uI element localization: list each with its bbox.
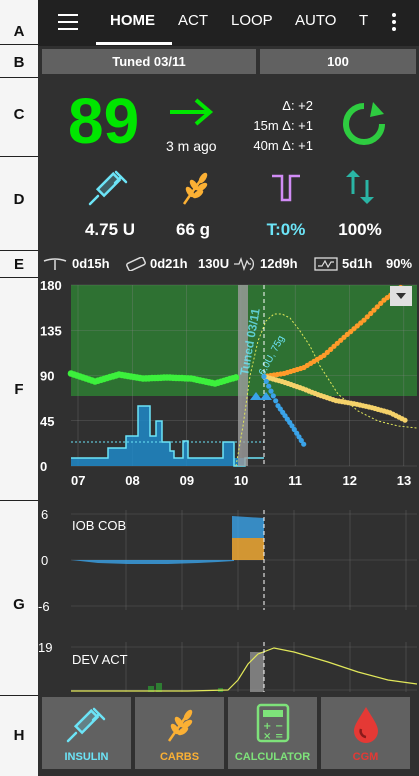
carbs-button[interactable]: CARBS (135, 697, 224, 769)
iob-value: 4.75 U (84, 220, 136, 239)
active-tab-indicator (96, 42, 172, 45)
cgm-button[interactable]: CGM (321, 697, 410, 769)
zt-prediction-point (261, 373, 267, 380)
menu-icon[interactable] (58, 14, 78, 30)
section-label-a: A (13, 23, 25, 40)
zt-prediction-point (270, 393, 276, 399)
bg-age: 3 m ago (166, 138, 217, 154)
x-tick-label: 11 (288, 473, 302, 488)
delta-15m: 15m Δ: +1 (253, 118, 313, 133)
dev-act-ytick-top: 19 (38, 640, 52, 655)
tab-home[interactable]: HOME (110, 12, 155, 29)
iob-cob-ytick-top: 6 (41, 507, 48, 522)
bg-point (232, 374, 240, 381)
section-label-e: E (13, 256, 24, 273)
insulin-button[interactable]: INSULIN (42, 697, 131, 769)
section-label-f: F (14, 381, 24, 398)
iob-cob-label: IOB COB (72, 518, 126, 533)
temp-basal-icon (272, 174, 300, 202)
sensor-icon (234, 257, 254, 272)
carbs-wheat-icon (167, 709, 193, 742)
calculator-icon: + −× = (256, 703, 290, 743)
iob-area (232, 516, 264, 538)
section-label-b: B (13, 54, 25, 71)
dev-act-label: DEV ACT (72, 652, 128, 667)
iob-cob-ytick-bottom: -6 (38, 599, 50, 614)
zt-prediction-point (301, 441, 307, 447)
x-tick-label: 09 (180, 473, 194, 488)
calculator-button[interactable]: + − × = CALCULATOR (228, 697, 317, 769)
zt-prediction-point (268, 388, 274, 394)
iob-cob-ytick-zero: 0 (41, 553, 48, 568)
insulin-age: 0d21h (150, 256, 188, 271)
blood-drop-icon (354, 707, 378, 743)
section-label-g: G (13, 596, 25, 613)
y-tick-label: 135 (40, 323, 62, 338)
bg-graph[interactable]: 18013590450 07 08 09 10 11 12 13 Tuned 03/11 6… (38, 276, 419, 498)
profile-percent-value[interactable]: 100% (326, 220, 394, 240)
section-label-d: D (13, 191, 25, 208)
syringe-icon (88, 170, 128, 206)
cob-value: 66 g (175, 220, 211, 239)
zt-prediction-point (273, 398, 279, 404)
tab-auto[interactable]: AUTO (295, 12, 336, 29)
divider (0, 695, 38, 696)
y-tick-label: 45 (40, 414, 54, 429)
section-label-h: H (13, 727, 25, 744)
x-tick-label: 13 (397, 473, 411, 488)
reservoir-level: 130U (198, 256, 230, 271)
carbs-button-label: CARBS (159, 751, 200, 763)
syringe-icon (66, 707, 106, 743)
x-tick-label: 12 (343, 473, 357, 488)
divider (0, 500, 38, 501)
zt-prediction-point (263, 378, 269, 384)
deviation-bar (250, 652, 264, 692)
toolbar: HOME ACT LOOP AUTO T (38, 0, 419, 46)
target-button[interactable]: 100 (260, 49, 416, 74)
calculator-button-label: CALCULATOR (234, 751, 311, 763)
tab-act[interactable]: ACT (178, 12, 208, 29)
divider (0, 44, 38, 45)
battery-age: 5d1h (342, 256, 373, 271)
delta-5m: Δ: +2 (282, 98, 313, 113)
divider (0, 77, 38, 78)
bg-value: 89 (68, 85, 140, 157)
svg-text:=: = (275, 731, 283, 742)
battery-level: 90% (386, 256, 413, 271)
y-tick-label: 180 (40, 278, 62, 293)
y-tick-label: 0 (40, 459, 47, 474)
cob-area (232, 538, 264, 560)
app-window: HOME ACT LOOP AUTO T Tuned 03/11 100 89 … (38, 0, 419, 776)
carbs-wheat-icon (182, 172, 208, 205)
svg-text:×: × (263, 731, 271, 742)
tab-loop[interactable]: LOOP (231, 12, 273, 29)
cannula-icon (43, 258, 67, 270)
temp-basal-value[interactable]: T:0% (248, 220, 324, 240)
loop-status-icon[interactable] (340, 100, 388, 148)
insulin-button-label: INSULIN (64, 751, 109, 763)
divider (0, 277, 38, 278)
cannula-age: 0d15h (72, 256, 110, 271)
x-tick-label: 08 (125, 473, 139, 488)
sensor-age: 12d9h (260, 256, 298, 271)
secondary-graphs[interactable]: 6 0 -6 IOB COB 19 DEV ACT (38, 502, 419, 694)
cgm-button-label: CGM (352, 751, 379, 763)
trend-arrow-icon (170, 98, 214, 126)
insulin-cartridge-icon (126, 257, 146, 271)
profile-percent-icon (346, 170, 374, 204)
status-lights-bar: 0d15h 0d21h 130U 12d9h 5d1h 90% (38, 252, 419, 276)
divider (0, 250, 38, 251)
battery-icon (314, 257, 338, 271)
section-label-c: C (13, 106, 25, 123)
x-tick-label: 10 (234, 473, 248, 488)
y-tick-label: 90 (40, 369, 54, 384)
profile-button[interactable]: Tuned 03/11 (42, 49, 256, 74)
overflow-menu-icon[interactable] (392, 13, 398, 34)
iob-prediction-point (402, 417, 408, 423)
delta-40m: 40m Δ: +1 (253, 138, 313, 153)
x-tick-label: 07 (71, 473, 85, 488)
divider (0, 156, 38, 157)
tab-t[interactable]: T (359, 12, 368, 29)
zt-prediction-point (266, 383, 272, 389)
